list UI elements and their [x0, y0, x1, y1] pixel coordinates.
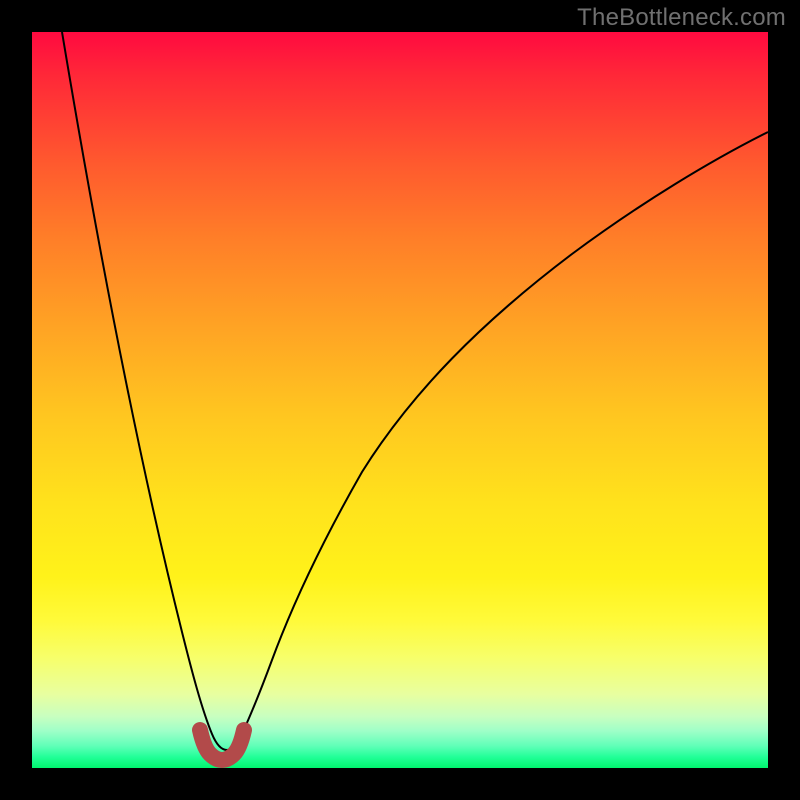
chart-frame: TheBottleneck.com [0, 0, 800, 800]
bottleneck-curve [62, 32, 768, 750]
plot-area [32, 32, 768, 768]
watermark-text: TheBottleneck.com [577, 4, 786, 32]
curve-svg [32, 32, 768, 768]
minimum-marker [200, 730, 244, 760]
